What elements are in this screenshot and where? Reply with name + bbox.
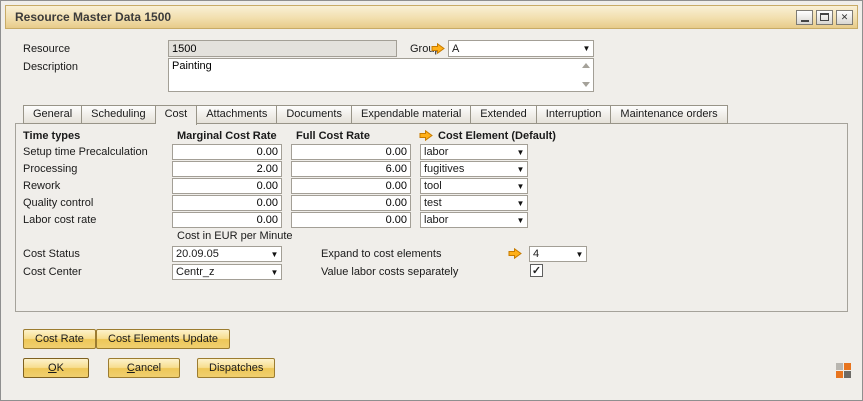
full-input-setup-time[interactable] (291, 144, 411, 160)
cancel-button[interactable]: Cancel (108, 358, 180, 378)
link-arrow-icon[interactable] (508, 248, 522, 259)
tab-expendable-material[interactable]: Expendable material (352, 105, 471, 124)
chevron-down-icon: ▼ (268, 265, 281, 280)
marginal-input-labor-cost-rate[interactable] (172, 212, 282, 228)
tab-scheduling[interactable]: Scheduling (82, 105, 155, 124)
minimize-button[interactable] (796, 10, 813, 25)
cost-center-label: Cost Center (23, 266, 82, 278)
marginal-input-rework[interactable] (172, 178, 282, 194)
resource-input[interactable] (168, 40, 397, 57)
chevron-down-icon: ▼ (580, 41, 593, 56)
tab-interruption[interactable]: Interruption (537, 105, 612, 124)
cost-element-header: Cost Element (Default) (438, 130, 556, 142)
value-labor-costs-label: Value labor costs separately (321, 266, 458, 278)
row-label-rework: Rework (23, 180, 60, 192)
marginal-input-processing[interactable] (172, 161, 282, 177)
scroll-up-icon[interactable] (582, 63, 590, 68)
dropdown-value: test (421, 197, 514, 209)
window-title: Resource Master Data 1500 (15, 10, 171, 24)
ok-button-label: OK (35, 362, 77, 374)
row-label-setup-time: Setup time Precalculation (23, 146, 148, 158)
marginal-input-quality-control[interactable] (172, 195, 282, 211)
full-input-labor-cost-rate[interactable] (291, 212, 411, 228)
row-label-quality-control: Quality control (23, 197, 93, 209)
ok-button[interactable]: OK (23, 358, 89, 378)
full-cost-rate-header: Full Cost Rate (296, 130, 370, 142)
chevron-down-icon: ▼ (514, 145, 527, 160)
row-label-processing: Processing (23, 163, 77, 175)
dropdown-value: tool (421, 180, 514, 192)
cost-element-select-labor-cost-rate[interactable]: labor ▼ (420, 212, 528, 228)
full-input-quality-control[interactable] (291, 195, 411, 211)
marginal-input-setup-time[interactable] (172, 144, 282, 160)
group-select-value: A (449, 43, 580, 55)
link-arrow-icon[interactable] (419, 130, 433, 141)
description-input[interactable]: Painting (169, 59, 579, 91)
dispatches-button-label: Dispatches (209, 362, 263, 374)
minimize-icon (801, 20, 809, 22)
expand-to-cost-elements-select[interactable]: 4 ▼ (529, 246, 587, 262)
cost-center-select[interactable]: Centr_z ▼ (172, 264, 282, 280)
link-arrow-icon[interactable] (431, 43, 445, 54)
resource-label: Resource (23, 43, 70, 55)
tab-maintenance-orders[interactable]: Maintenance orders (611, 105, 727, 124)
chevron-down-icon: ▼ (514, 213, 527, 228)
scroll-down-icon[interactable] (582, 82, 590, 87)
cost-elements-update-button[interactable]: Cost Elements Update (96, 329, 230, 349)
time-types-header: Time types (23, 130, 80, 142)
dropdown-value: fugitives (421, 163, 514, 175)
tab-documents[interactable]: Documents (277, 105, 352, 124)
cost-unit-note: Cost in EUR per Minute (177, 230, 293, 242)
cost-element-select-processing[interactable]: fugitives ▼ (420, 161, 528, 177)
expand-to-cost-elements-label: Expand to cost elements (321, 248, 441, 260)
description-label: Description (23, 61, 78, 73)
cost-rate-button[interactable]: Cost Rate (23, 329, 96, 349)
cost-rate-button-label: Cost Rate (35, 333, 84, 345)
chevron-down-icon: ▼ (514, 196, 527, 211)
cost-element-select-rework[interactable]: tool ▼ (420, 178, 528, 194)
cost-element-select-setup-time[interactable]: labor ▼ (420, 144, 528, 160)
dispatches-button[interactable]: Dispatches (197, 358, 275, 378)
chevron-down-icon: ▼ (268, 247, 281, 262)
chevron-down-icon: ▼ (573, 247, 586, 262)
description-box: Painting (168, 58, 594, 92)
chevron-down-icon: ▼ (514, 162, 527, 177)
close-button[interactable]: ✕ (836, 10, 853, 25)
tab-extended[interactable]: Extended (471, 105, 536, 124)
cost-status-select[interactable]: 20.09.05 ▼ (172, 246, 282, 262)
window-controls: ✕ (793, 10, 853, 25)
resize-grip-icon[interactable] (836, 363, 852, 379)
dropdown-value: labor (421, 214, 514, 226)
tab-strip: General Scheduling Cost Attachments Docu… (23, 105, 728, 125)
tab-attachments[interactable]: Attachments (197, 105, 277, 124)
maximize-button[interactable] (816, 10, 833, 25)
value-labor-costs-checkbox[interactable] (530, 264, 543, 277)
cost-element-select-quality-control[interactable]: test ▼ (420, 195, 528, 211)
dropdown-value: labor (421, 146, 514, 158)
full-input-rework[interactable] (291, 178, 411, 194)
cost-status-label: Cost Status (23, 248, 80, 260)
dropdown-value: Centr_z (173, 266, 268, 278)
marginal-cost-rate-header: Marginal Cost Rate (177, 130, 277, 142)
dropdown-value: 4 (530, 248, 573, 260)
title-bar[interactable]: Resource Master Data 1500 ✕ (5, 5, 858, 29)
full-input-processing[interactable] (291, 161, 411, 177)
cost-elements-update-button-label: Cost Elements Update (108, 333, 218, 345)
row-label-labor-cost-rate: Labor cost rate (23, 214, 96, 226)
dropdown-value: 20.09.05 (173, 248, 268, 260)
tab-general[interactable]: General (23, 105, 82, 124)
tab-cost[interactable]: Cost (156, 105, 198, 125)
close-icon: ✕ (841, 11, 849, 24)
chevron-down-icon: ▼ (514, 179, 527, 194)
group-select[interactable]: A ▼ (448, 40, 594, 57)
maximize-icon (820, 13, 829, 21)
resource-master-data-window: Resource Master Data 1500 ✕ Resource Gro… (0, 0, 863, 401)
cancel-button-label: Cancel (120, 362, 168, 374)
